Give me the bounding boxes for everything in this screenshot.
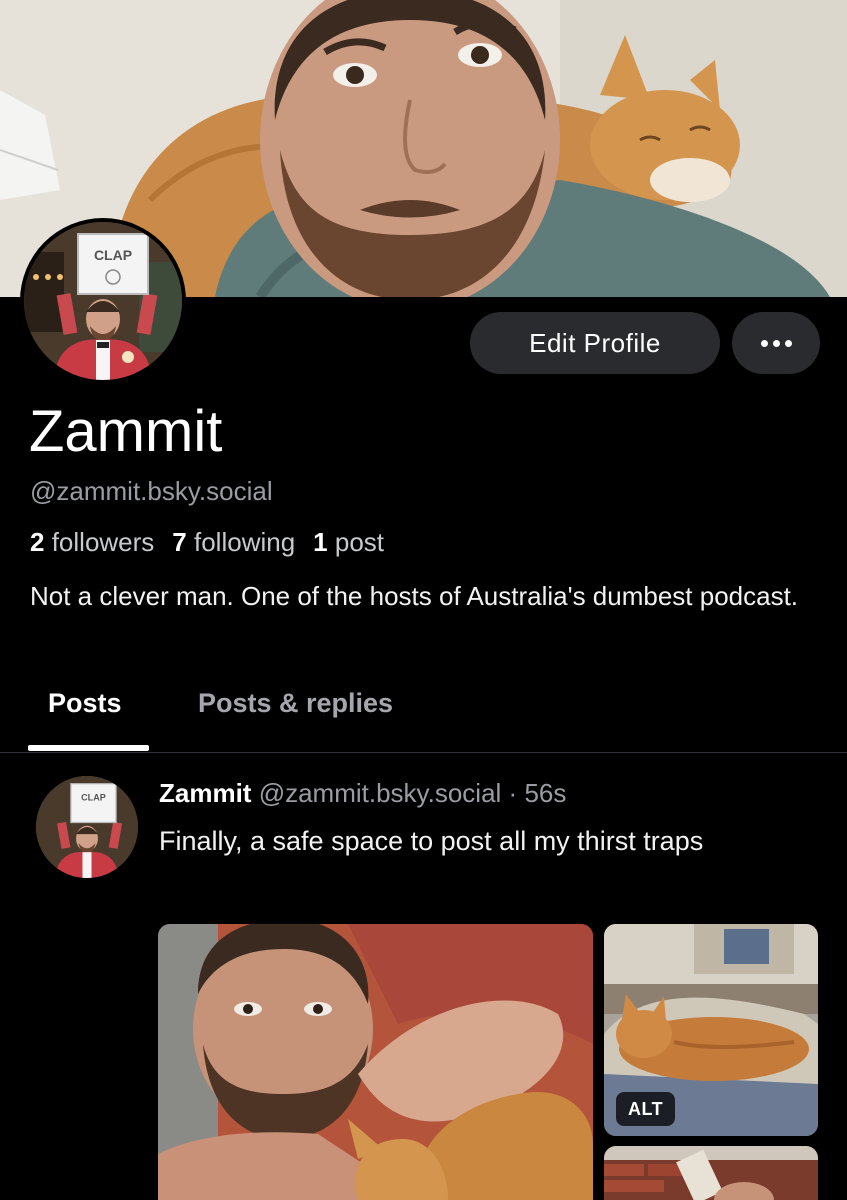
post-author-handle[interactable]: @zammit.bsky.social bbox=[259, 778, 502, 808]
profile-handle: @zammit.bsky.social bbox=[30, 476, 273, 506]
tab-posts[interactable]: Posts bbox=[48, 688, 122, 719]
profile-bio: Not a clever man. One of the hosts of Au… bbox=[30, 581, 799, 611]
profile-display-name: Zammit bbox=[29, 399, 223, 464]
post-author-avatar[interactable]: CLAP bbox=[36, 776, 138, 878]
post-avatar-sign-text: CLAP bbox=[81, 793, 106, 803]
post-separator: · bbox=[501, 778, 525, 808]
post-text: Finally, a safe space to post all my thi… bbox=[159, 826, 704, 856]
ellipsis-icon bbox=[758, 339, 794, 347]
profile-avatar[interactable]: CLAP bbox=[20, 218, 186, 384]
following-label: following bbox=[194, 527, 296, 557]
following-link[interactable]: 7 following bbox=[172, 527, 295, 557]
post-timestamp[interactable]: 56s bbox=[524, 778, 566, 808]
edit-profile-button[interactable]: Edit Profile bbox=[470, 312, 720, 374]
post-image-3[interactable] bbox=[604, 1146, 818, 1200]
more-options-button[interactable] bbox=[732, 312, 820, 374]
following-count: 7 bbox=[172, 527, 187, 557]
posts-count-stat: 1 post bbox=[313, 527, 384, 557]
followers-count: 2 bbox=[30, 527, 45, 557]
post-header: Zammit @zammit.bsky.social · 56s bbox=[159, 778, 566, 809]
followers-label: followers bbox=[51, 527, 155, 557]
alt-text-badge[interactable]: ALT bbox=[616, 1092, 676, 1126]
tab-posts-and-replies[interactable]: Posts & replies bbox=[198, 688, 393, 719]
tab-divider bbox=[0, 752, 847, 753]
post-author-name[interactable]: Zammit bbox=[159, 778, 251, 808]
profile-stats: 2 followers 7 following 1 post bbox=[30, 527, 384, 558]
post-image-1[interactable] bbox=[158, 924, 593, 1200]
posts-label: post bbox=[334, 527, 385, 557]
followers-link[interactable]: 2 followers bbox=[30, 527, 154, 557]
posts-count: 1 bbox=[313, 527, 328, 557]
active-tab-indicator bbox=[28, 745, 149, 751]
avatar-sign-text: CLAP bbox=[94, 247, 132, 263]
